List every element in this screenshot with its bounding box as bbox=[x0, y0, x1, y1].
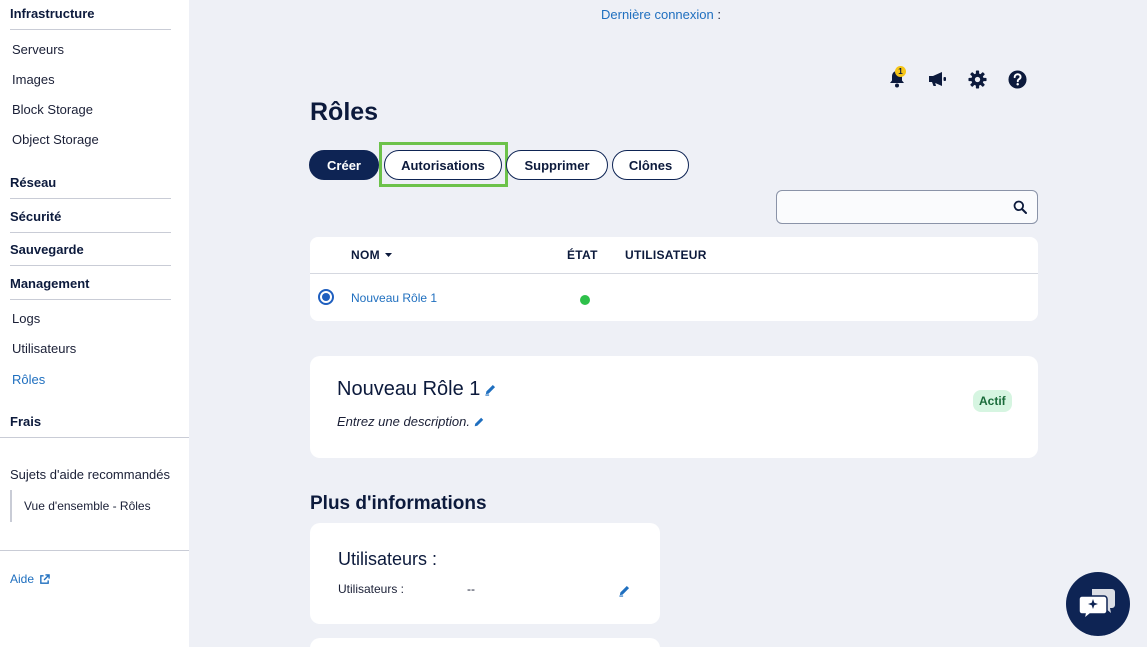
create-button[interactable]: Créer bbox=[309, 150, 379, 180]
sidebar-heading-security[interactable]: Sécurité bbox=[10, 209, 61, 224]
divider bbox=[10, 265, 171, 266]
delete-button[interactable]: Supprimer bbox=[506, 150, 608, 180]
status-badge: Actif bbox=[973, 390, 1012, 412]
sidebar-item-servers[interactable]: Serveurs bbox=[12, 42, 64, 57]
search-icon[interactable] bbox=[1013, 200, 1027, 214]
megaphone-icon bbox=[929, 72, 946, 86]
divider bbox=[0, 437, 189, 438]
last-login: Dernière connexion : bbox=[601, 7, 721, 22]
roles-table: NOM ÉTAT UTILISATEUR Nouveau Rôle 1 bbox=[310, 237, 1038, 321]
role-description-text: Entrez une description. bbox=[337, 414, 470, 429]
status-active-dot bbox=[580, 295, 590, 305]
section-title-more-info: Plus d'informations bbox=[310, 493, 487, 514]
users-value: -- bbox=[467, 582, 475, 596]
settings-button[interactable] bbox=[966, 68, 988, 90]
sidebar-item-object-storage[interactable]: Object Storage bbox=[12, 132, 99, 147]
column-header-user[interactable]: UTILISATEUR bbox=[625, 248, 707, 262]
gear-icon bbox=[967, 69, 987, 89]
question-circle-icon bbox=[1007, 69, 1027, 89]
last-login-colon: : bbox=[717, 7, 721, 22]
sidebar-heading-management[interactable]: Management bbox=[10, 276, 89, 291]
external-link-icon bbox=[40, 573, 50, 584]
clones-button[interactable]: Clônes bbox=[612, 150, 689, 180]
last-login-label: Dernière connexion bbox=[601, 7, 714, 22]
column-header-name[interactable]: NOM bbox=[351, 248, 392, 262]
divider bbox=[10, 299, 171, 300]
sidebar-item-images[interactable]: Images bbox=[12, 72, 55, 87]
sidebar-heading-fees[interactable]: Frais bbox=[10, 414, 41, 429]
search-box bbox=[776, 190, 1038, 224]
chat-bubbles-icon bbox=[1078, 589, 1115, 621]
role-description: Entrez une description. bbox=[337, 414, 485, 429]
column-header-name-label: NOM bbox=[351, 248, 380, 262]
sidebar-item-users[interactable]: Utilisateurs bbox=[12, 341, 76, 356]
pencil-icon[interactable] bbox=[473, 416, 485, 428]
users-label: Utilisateurs : bbox=[338, 582, 405, 596]
role-detail-title: Nouveau Rôle 1 bbox=[337, 378, 497, 401]
help-button[interactable] bbox=[1006, 68, 1028, 90]
users-info-card: Utilisateurs : Utilisateurs : -- bbox=[310, 523, 660, 624]
divider bbox=[0, 550, 189, 551]
notifications-button[interactable]: 1 bbox=[886, 66, 908, 90]
permissions-button[interactable]: Autorisations bbox=[384, 150, 502, 180]
help-topics-title: Sujets d'aide recommandés bbox=[10, 467, 171, 482]
sidebar: Infrastructure Serveurs Images Block Sto… bbox=[0, 0, 189, 647]
caret-down-icon bbox=[384, 253, 392, 258]
help-link[interactable]: Aide bbox=[10, 572, 50, 586]
role-name: Nouveau Rôle 1 bbox=[337, 378, 481, 400]
pencil-icon[interactable] bbox=[618, 584, 631, 597]
users-card-title: Utilisateurs : bbox=[338, 549, 438, 569]
divider bbox=[10, 232, 171, 233]
chat-assistant-button[interactable] bbox=[1066, 572, 1130, 636]
next-info-card bbox=[310, 638, 660, 647]
divider bbox=[10, 29, 171, 30]
help-link-roles-overview[interactable]: Vue d'ensemble - Rôles bbox=[10, 490, 151, 522]
role-detail-card: Nouveau Rôle 1 Entrez une description. A… bbox=[310, 356, 1038, 458]
page-title: Rôles bbox=[310, 98, 379, 126]
sidebar-heading-infrastructure[interactable]: Infrastructure bbox=[10, 6, 95, 21]
divider bbox=[10, 198, 171, 199]
pencil-icon[interactable] bbox=[484, 383, 497, 396]
sidebar-item-block-storage[interactable]: Block Storage bbox=[12, 102, 93, 117]
row-select-radio[interactable] bbox=[318, 289, 334, 305]
divider bbox=[310, 273, 1038, 274]
top-icons: 1 bbox=[886, 66, 1028, 90]
sidebar-item-roles[interactable]: Rôles bbox=[12, 372, 45, 387]
help-link-label: Aide bbox=[10, 572, 35, 586]
sidebar-item-logs[interactable]: Logs bbox=[12, 311, 40, 326]
sidebar-heading-network[interactable]: Réseau bbox=[10, 175, 56, 190]
notification-count-badge: 1 bbox=[895, 66, 906, 77]
search-input[interactable] bbox=[785, 197, 1005, 217]
row-name-link[interactable]: Nouveau Rôle 1 bbox=[351, 291, 437, 305]
announcements-button[interactable] bbox=[926, 68, 948, 90]
column-header-state[interactable]: ÉTAT bbox=[567, 248, 598, 262]
sidebar-heading-backup[interactable]: Sauvegarde bbox=[10, 242, 84, 257]
